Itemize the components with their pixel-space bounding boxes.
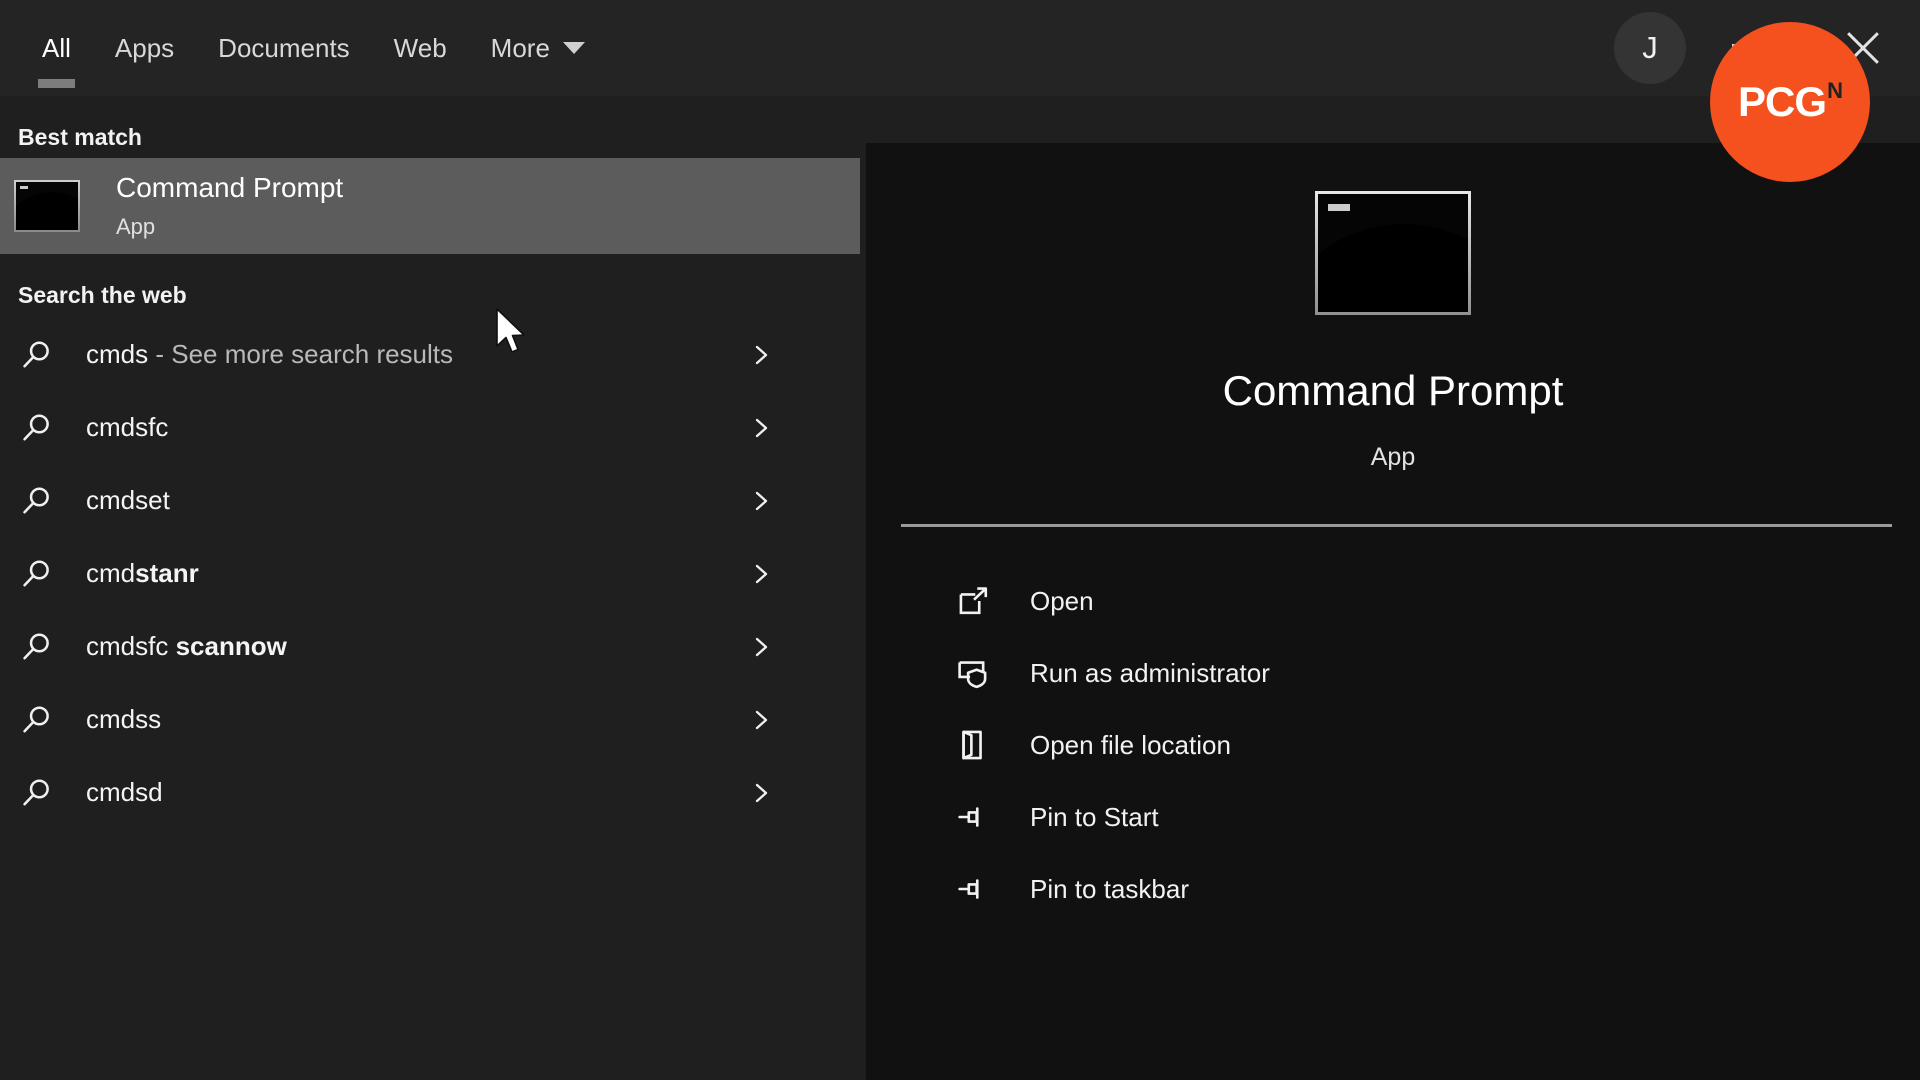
search-icon <box>14 771 58 815</box>
results-column: Best match Command Prompt App Search the… <box>0 96 860 1080</box>
tab-apps[interactable]: Apps <box>93 0 196 96</box>
action-run-as-administrator[interactable]: Run as administrator <box>866 637 1920 709</box>
action-open[interactable]: Open <box>866 565 1920 637</box>
search-icon <box>14 333 58 377</box>
list-item[interactable]: cmdset <box>0 464 860 537</box>
list-item-label: cmdstanr <box>86 558 199 588</box>
best-match-subtitle: App <box>116 214 156 240</box>
watermark-text: PCG N <box>1738 78 1843 125</box>
action-pin-to-start[interactable]: Pin to Start <box>866 781 1920 853</box>
avatar-initial: J <box>1642 30 1658 65</box>
tab-web-label: Web <box>393 32 447 63</box>
chevron-right-icon[interactable] <box>750 636 772 658</box>
chevron-right-icon[interactable] <box>750 417 772 439</box>
list-item-label: cmdsfc <box>86 412 169 442</box>
search-icon <box>14 552 58 596</box>
filter-tabs: All Apps Documents Web More <box>0 0 607 96</box>
action-label: Pin to Start <box>1030 801 1159 832</box>
list-item[interactable]: cmdsfc <box>0 391 860 464</box>
search-icon <box>14 698 58 742</box>
chevron-right-icon[interactable] <box>750 563 772 585</box>
list-item-label: cmdsfc scannow <box>86 631 287 661</box>
action-pin-to-taskbar[interactable]: Pin to taskbar <box>866 853 1920 925</box>
best-match-text: Command Prompt App <box>116 172 343 240</box>
open-external-icon <box>954 581 994 621</box>
app-detail-panel: Command Prompt App Open Run as administr… <box>866 143 1920 1080</box>
tab-documents-label: Documents <box>218 32 350 63</box>
list-item[interactable]: cmdsfc scannow <box>0 610 860 683</box>
action-label: Pin to taskbar <box>1030 873 1189 904</box>
list-item[interactable]: cmdstanr <box>0 537 860 610</box>
command-prompt-icon <box>14 180 80 232</box>
app-subtitle: App <box>1370 443 1416 471</box>
list-item-label: cmdss <box>86 704 162 734</box>
chevron-right-icon[interactable] <box>750 709 772 731</box>
app-actions-list: Open Run as administrator Open file loca… <box>866 527 1920 925</box>
chevron-down-icon <box>562 42 585 54</box>
pin-icon <box>954 797 994 837</box>
tab-all[interactable]: All <box>20 0 93 96</box>
list-item[interactable]: cmdss <box>0 683 860 756</box>
tab-documents[interactable]: Documents <box>196 0 372 96</box>
action-label: Open file location <box>1030 729 1231 760</box>
list-item[interactable]: cmds - See more search results <box>0 318 860 391</box>
list-item[interactable]: cmdsd <box>0 756 860 829</box>
search-topbar: All Apps Documents Web More J <box>0 0 1920 96</box>
pcgn-watermark-logo: PCG N <box>1710 22 1870 182</box>
pin-icon <box>954 869 994 909</box>
action-open-file-location[interactable]: Open file location <box>866 709 1920 781</box>
shield-admin-icon <box>954 653 994 693</box>
windows-search-window: All Apps Documents Web More J Best match… <box>0 0 1920 1080</box>
search-web-header: Search the web <box>18 282 187 308</box>
search-icon <box>14 625 58 669</box>
tab-all-label: All <box>42 32 71 63</box>
command-prompt-icon <box>1315 191 1471 315</box>
chevron-right-icon[interactable] <box>750 344 772 366</box>
tab-apps-label: Apps <box>114 32 175 63</box>
tab-more[interactable]: More <box>469 0 607 96</box>
search-icon <box>14 406 58 450</box>
tab-web[interactable]: Web <box>372 0 469 96</box>
chevron-right-icon[interactable] <box>750 782 772 804</box>
action-label: Run as administrator <box>1030 657 1270 688</box>
avatar[interactable]: J <box>1614 12 1686 84</box>
action-label: Open <box>1030 585 1094 616</box>
list-item-label: cmdsd <box>86 777 163 807</box>
web-suggestions-list: cmds - See more search results cmdsfc cm… <box>0 316 860 829</box>
chevron-right-icon[interactable] <box>750 490 772 512</box>
list-item-label: cmds - See more search results <box>86 339 454 369</box>
search-icon <box>14 479 58 523</box>
app-title: Command Prompt <box>1222 367 1564 414</box>
best-match-title: Command Prompt <box>116 171 344 203</box>
app-preview: Command Prompt App <box>866 143 1920 472</box>
tab-more-label: More <box>490 32 550 63</box>
best-match-row[interactable]: Command Prompt App <box>0 158 860 353</box>
folder-open-icon <box>954 725 994 765</box>
best-match-header: Best match <box>18 124 142 150</box>
list-item-label: cmdset <box>86 485 170 515</box>
